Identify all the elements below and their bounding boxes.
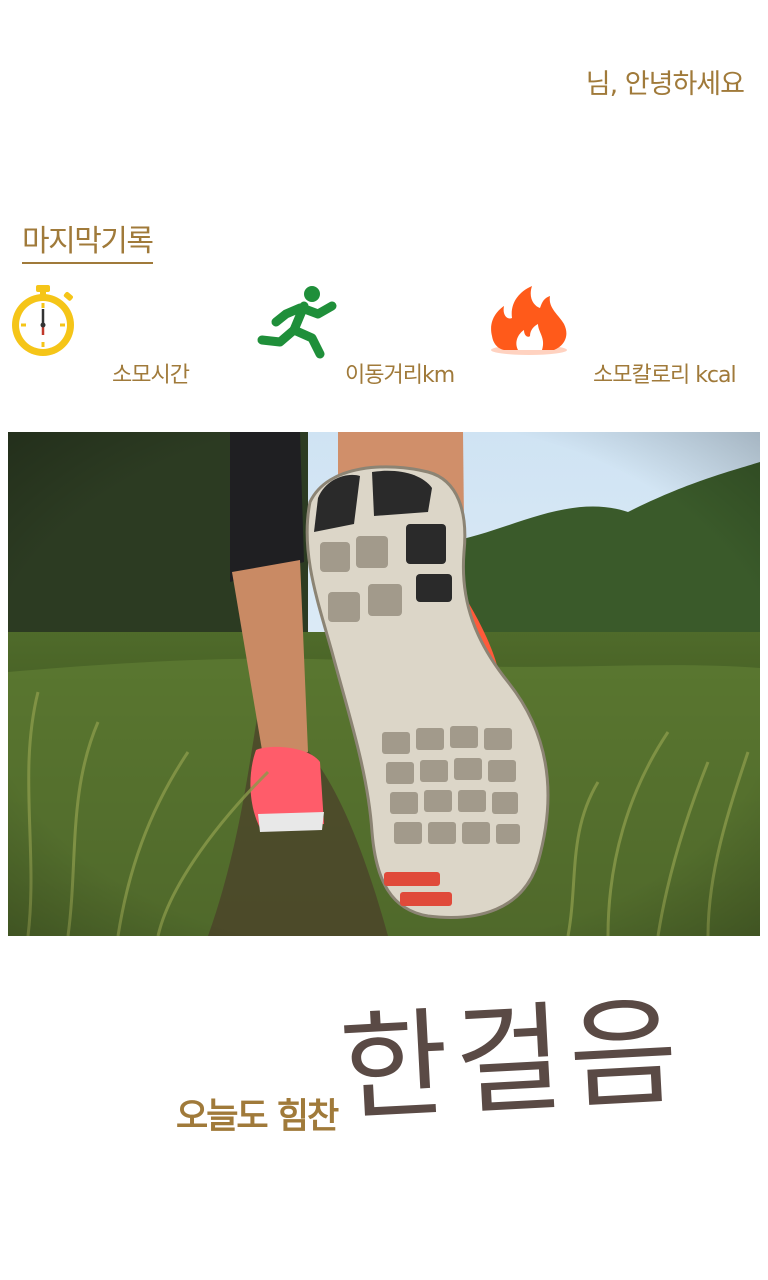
last-record-title[interactable]: 마지막기록 <box>22 224 154 264</box>
running-shoe-photo <box>8 432 760 936</box>
stopwatch-icon <box>6 283 80 357</box>
runner-icon <box>256 284 342 360</box>
fire-icon <box>484 284 574 358</box>
motto-prefix: 오늘도 힘찬 <box>176 1097 339 1137</box>
distance-label: 이동거리km <box>345 363 455 388</box>
calorie-label: 소모칼로리 kcal <box>593 363 737 388</box>
elapsed-time-label: 소모시간 <box>112 363 190 388</box>
greeting-text: 님, 안녕하세요 <box>585 69 745 100</box>
main-screen: 님, 안녕하세요 마지막기록 소모시간 이동거리km 소모칼로리 kcal 오늘… <box>0 0 768 1280</box>
brand-logo-text: 한걸음 <box>336 982 688 1138</box>
